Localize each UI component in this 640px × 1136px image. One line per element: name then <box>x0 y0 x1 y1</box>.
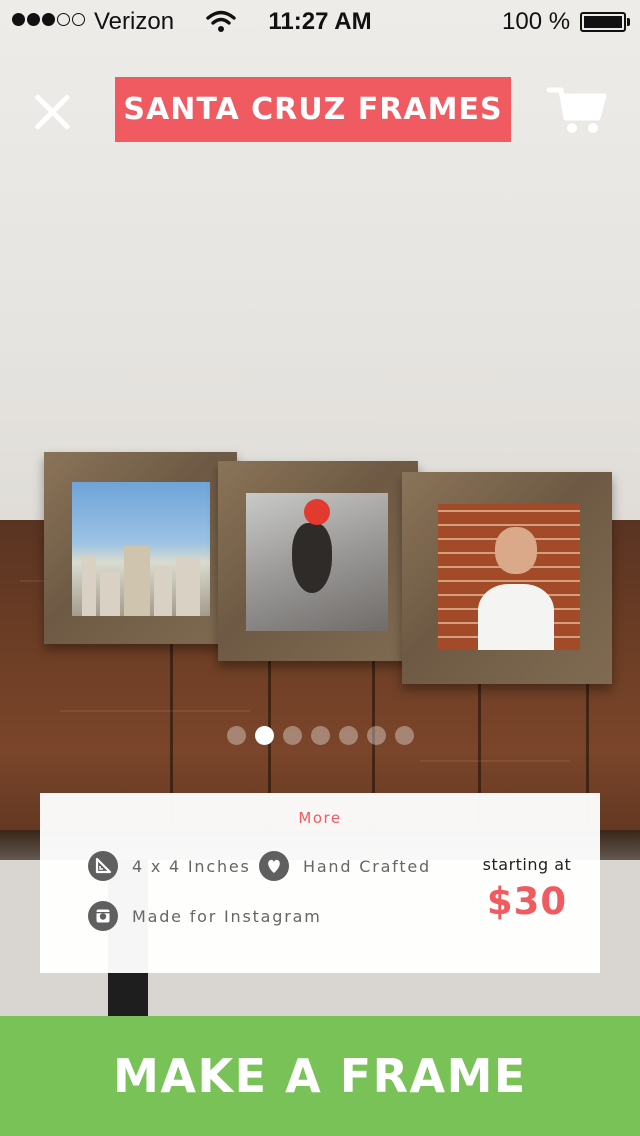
photo-frame-center <box>218 461 418 661</box>
feature-hand-crafted-label: Hand Crafted <box>303 856 431 876</box>
carousel-dot[interactable] <box>310 726 330 745</box>
price-label: starting at <box>482 855 572 874</box>
carousel-pager[interactable] <box>0 726 640 745</box>
battery-icon <box>580 12 630 32</box>
feature-instagram: Made for Instagram <box>88 901 322 931</box>
cart-icon[interactable] <box>546 84 610 136</box>
battery-percent: 100 % <box>502 8 571 35</box>
status-bar: Verizon 11:27 AM 100 % <box>0 0 640 40</box>
photo-frame-left <box>44 452 237 644</box>
shop-title: SANTA CRUZ FRAMES <box>115 77 511 142</box>
price-block: starting at $30 <box>458 855 596 923</box>
carousel-dot[interactable] <box>338 726 358 745</box>
carousel-dot[interactable] <box>366 726 386 745</box>
instagram-icon <box>88 901 118 931</box>
feature-size: 4 x 4 Inches <box>88 851 251 881</box>
product-info-card: More 4 x 4 Inches Hand Crafted Made for … <box>40 793 600 973</box>
price-value: $30 <box>486 880 568 923</box>
feature-instagram-label: Made for Instagram <box>132 906 322 926</box>
carousel-dot[interactable] <box>394 726 414 745</box>
feature-hand-crafted: Hand Crafted <box>259 851 431 881</box>
make-a-frame-button[interactable]: MAKE A FRAME <box>0 1016 640 1136</box>
close-button[interactable] <box>28 88 76 136</box>
carousel-dot[interactable] <box>282 726 302 745</box>
heart-icon <box>259 851 289 881</box>
more-link[interactable]: More <box>40 809 600 827</box>
carousel-dot[interactable] <box>254 726 274 745</box>
feature-size-label: 4 x 4 Inches <box>132 856 251 876</box>
carousel-dot[interactable] <box>226 726 246 745</box>
photo-frame-right <box>402 472 612 684</box>
ruler-triangle-icon <box>88 851 118 881</box>
